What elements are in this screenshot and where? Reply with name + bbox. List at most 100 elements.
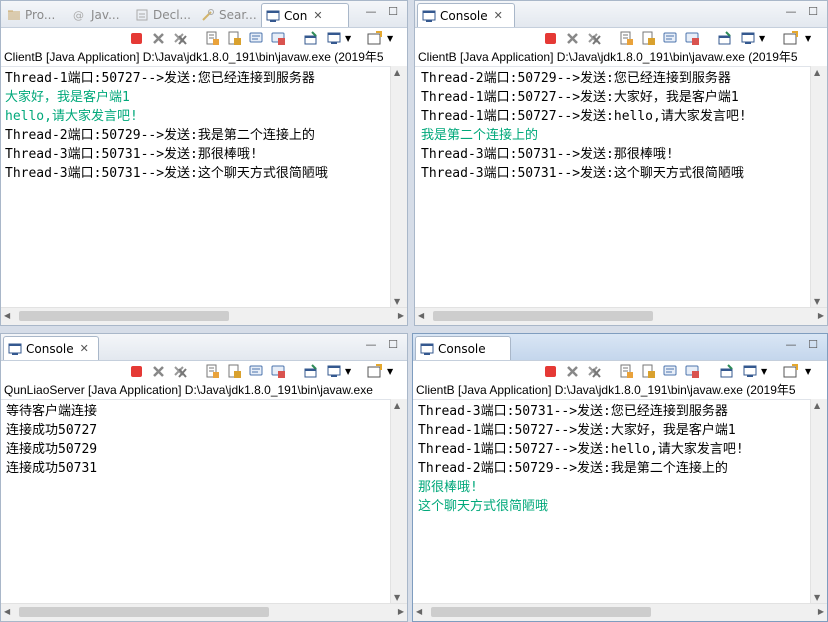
scroll-up-icon[interactable]: ▲ <box>394 401 400 410</box>
chevron-down-icon[interactable]: ▼ <box>345 34 360 49</box>
vertical-scrollbar[interactable]: ▲ ▼ <box>390 399 407 604</box>
scroll-right-icon[interactable]: ▶ <box>398 607 404 616</box>
minimize-icon[interactable]: — <box>365 6 377 17</box>
chevron-down-icon[interactable]: ▼ <box>805 367 820 382</box>
remove-launch-icon[interactable] <box>565 364 580 379</box>
vertical-scrollbar[interactable]: ▲ ▼ <box>810 399 827 604</box>
scroll-lock-icon[interactable] <box>227 31 242 46</box>
display-selected-console-icon[interactable] <box>743 364 758 379</box>
scroll-down-icon[interactable]: ▼ <box>394 593 400 602</box>
pin-console-icon[interactable] <box>303 364 318 379</box>
chevron-down-icon[interactable]: ▼ <box>759 34 774 49</box>
tab-declaration[interactable]: Decl... <box>135 3 191 27</box>
vertical-scrollbar[interactable]: ▲ ▼ <box>390 66 407 308</box>
terminate-icon[interactable] <box>543 364 558 379</box>
remove-launch-icon[interactable] <box>151 31 166 46</box>
open-console-icon[interactable] <box>367 31 382 46</box>
scrollbar-thumb[interactable] <box>19 311 229 321</box>
clear-console-icon[interactable] <box>619 31 634 46</box>
horizontal-scrollbar[interactable]: ◀ ▶ <box>413 603 827 621</box>
maximize-icon[interactable]: ☐ <box>807 6 819 17</box>
chevron-down-icon[interactable]: ▼ <box>805 34 820 49</box>
terminate-icon[interactable] <box>129 364 144 379</box>
chevron-down-icon[interactable]: ▼ <box>387 367 402 382</box>
horizontal-scrollbar[interactable]: ◀ ▶ <box>1 307 407 325</box>
vertical-scrollbar[interactable]: ▲ ▼ <box>810 66 827 308</box>
tab-project-explorer[interactable]: Pro... <box>7 3 55 27</box>
word-wrap-icon[interactable] <box>249 364 264 379</box>
maximize-icon[interactable]: ☐ <box>387 6 399 17</box>
scroll-lock-icon[interactable] <box>641 364 656 379</box>
open-console-icon[interactable] <box>783 31 798 46</box>
scroll-down-icon[interactable]: ▼ <box>394 297 400 306</box>
minimize-icon[interactable]: — <box>785 339 797 350</box>
show-console-on-output-icon[interactable] <box>685 31 700 46</box>
close-icon[interactable]: ✕ <box>80 342 89 355</box>
terminate-icon[interactable] <box>543 31 558 46</box>
open-console-icon[interactable] <box>783 364 798 379</box>
scroll-left-icon[interactable]: ◀ <box>418 311 424 320</box>
chevron-down-icon[interactable]: ▼ <box>345 367 360 382</box>
scroll-up-icon[interactable]: ▲ <box>814 401 820 410</box>
console-output[interactable]: Thread-2端口:50729-->发送:您已经连接到服务器 Thread-1… <box>421 69 811 183</box>
scroll-down-icon[interactable]: ▼ <box>814 593 820 602</box>
pin-console-icon[interactable] <box>303 31 318 46</box>
console-output[interactable]: 等待客户端连接 连接成功50727 连接成功50729 连接成功50731 <box>6 402 391 478</box>
scroll-right-icon[interactable]: ▶ <box>818 311 824 320</box>
remove-all-terminated-icon[interactable] <box>587 364 602 379</box>
clear-console-icon[interactable] <box>205 31 220 46</box>
maximize-icon[interactable]: ☐ <box>387 339 399 350</box>
tab-javadoc[interactable]: @ Jav... <box>73 3 120 27</box>
display-selected-console-icon[interactable] <box>741 31 756 46</box>
show-console-on-output-icon[interactable] <box>271 364 286 379</box>
scroll-lock-icon[interactable] <box>641 31 656 46</box>
scroll-up-icon[interactable]: ▲ <box>394 68 400 77</box>
remove-launch-icon[interactable] <box>151 364 166 379</box>
open-console-icon[interactable] <box>367 364 382 379</box>
scroll-left-icon[interactable]: ◀ <box>4 607 10 616</box>
remove-all-terminated-icon[interactable] <box>173 31 188 46</box>
scroll-right-icon[interactable]: ▶ <box>818 607 824 616</box>
scrollbar-thumb[interactable] <box>433 311 653 321</box>
pin-console-icon[interactable] <box>717 31 732 46</box>
horizontal-scrollbar[interactable]: ◀ ▶ <box>415 307 827 325</box>
show-console-on-output-icon[interactable] <box>685 364 700 379</box>
display-selected-console-icon[interactable] <box>327 31 342 46</box>
tab-console[interactable]: Console <box>415 336 511 360</box>
display-selected-console-icon[interactable] <box>327 364 342 379</box>
scroll-lock-icon[interactable] <box>227 364 242 379</box>
word-wrap-icon[interactable] <box>249 31 264 46</box>
console-output[interactable]: Thread-3端口:50731-->发送:您已经连接到服务器 Thread-1… <box>418 402 811 516</box>
scroll-up-icon[interactable]: ▲ <box>814 68 820 77</box>
maximize-icon[interactable]: ☐ <box>807 339 819 350</box>
clear-console-icon[interactable] <box>205 364 220 379</box>
pin-console-icon[interactable] <box>719 364 734 379</box>
scrollbar-thumb[interactable] <box>431 607 651 617</box>
terminate-icon[interactable] <box>129 31 144 46</box>
scrollbar-thumb[interactable] <box>19 607 269 617</box>
close-icon[interactable]: ✕ <box>313 9 322 22</box>
horizontal-scrollbar[interactable]: ◀ ▶ <box>1 603 407 621</box>
tab-console[interactable]: Con ✕ <box>261 3 349 27</box>
remove-all-terminated-icon[interactable] <box>587 31 602 46</box>
scroll-left-icon[interactable]: ◀ <box>4 311 10 320</box>
console-output[interactable]: Thread-1端口:50727-->发送:您已经连接到服务器 大家好，我是客户… <box>5 69 391 183</box>
scroll-right-icon[interactable]: ▶ <box>398 311 404 320</box>
close-icon[interactable]: ✕ <box>494 9 503 22</box>
minimize-icon[interactable]: — <box>785 6 797 17</box>
scroll-left-icon[interactable]: ◀ <box>416 607 422 616</box>
declaration-icon <box>135 8 149 22</box>
clear-console-icon[interactable] <box>619 364 634 379</box>
chevron-down-icon[interactable]: ▼ <box>761 367 776 382</box>
chevron-down-icon[interactable]: ▼ <box>387 34 402 49</box>
minimize-icon[interactable]: — <box>365 339 377 350</box>
word-wrap-icon[interactable] <box>663 364 678 379</box>
remove-launch-icon[interactable] <box>565 31 580 46</box>
tab-console[interactable]: Console ✕ <box>417 3 515 27</box>
tab-console[interactable]: Console ✕ <box>3 336 99 360</box>
scroll-down-icon[interactable]: ▼ <box>814 297 820 306</box>
remove-all-terminated-icon[interactable] <box>173 364 188 379</box>
tab-search[interactable]: Sear... <box>201 3 257 27</box>
show-console-on-output-icon[interactable] <box>271 31 286 46</box>
word-wrap-icon[interactable] <box>663 31 678 46</box>
